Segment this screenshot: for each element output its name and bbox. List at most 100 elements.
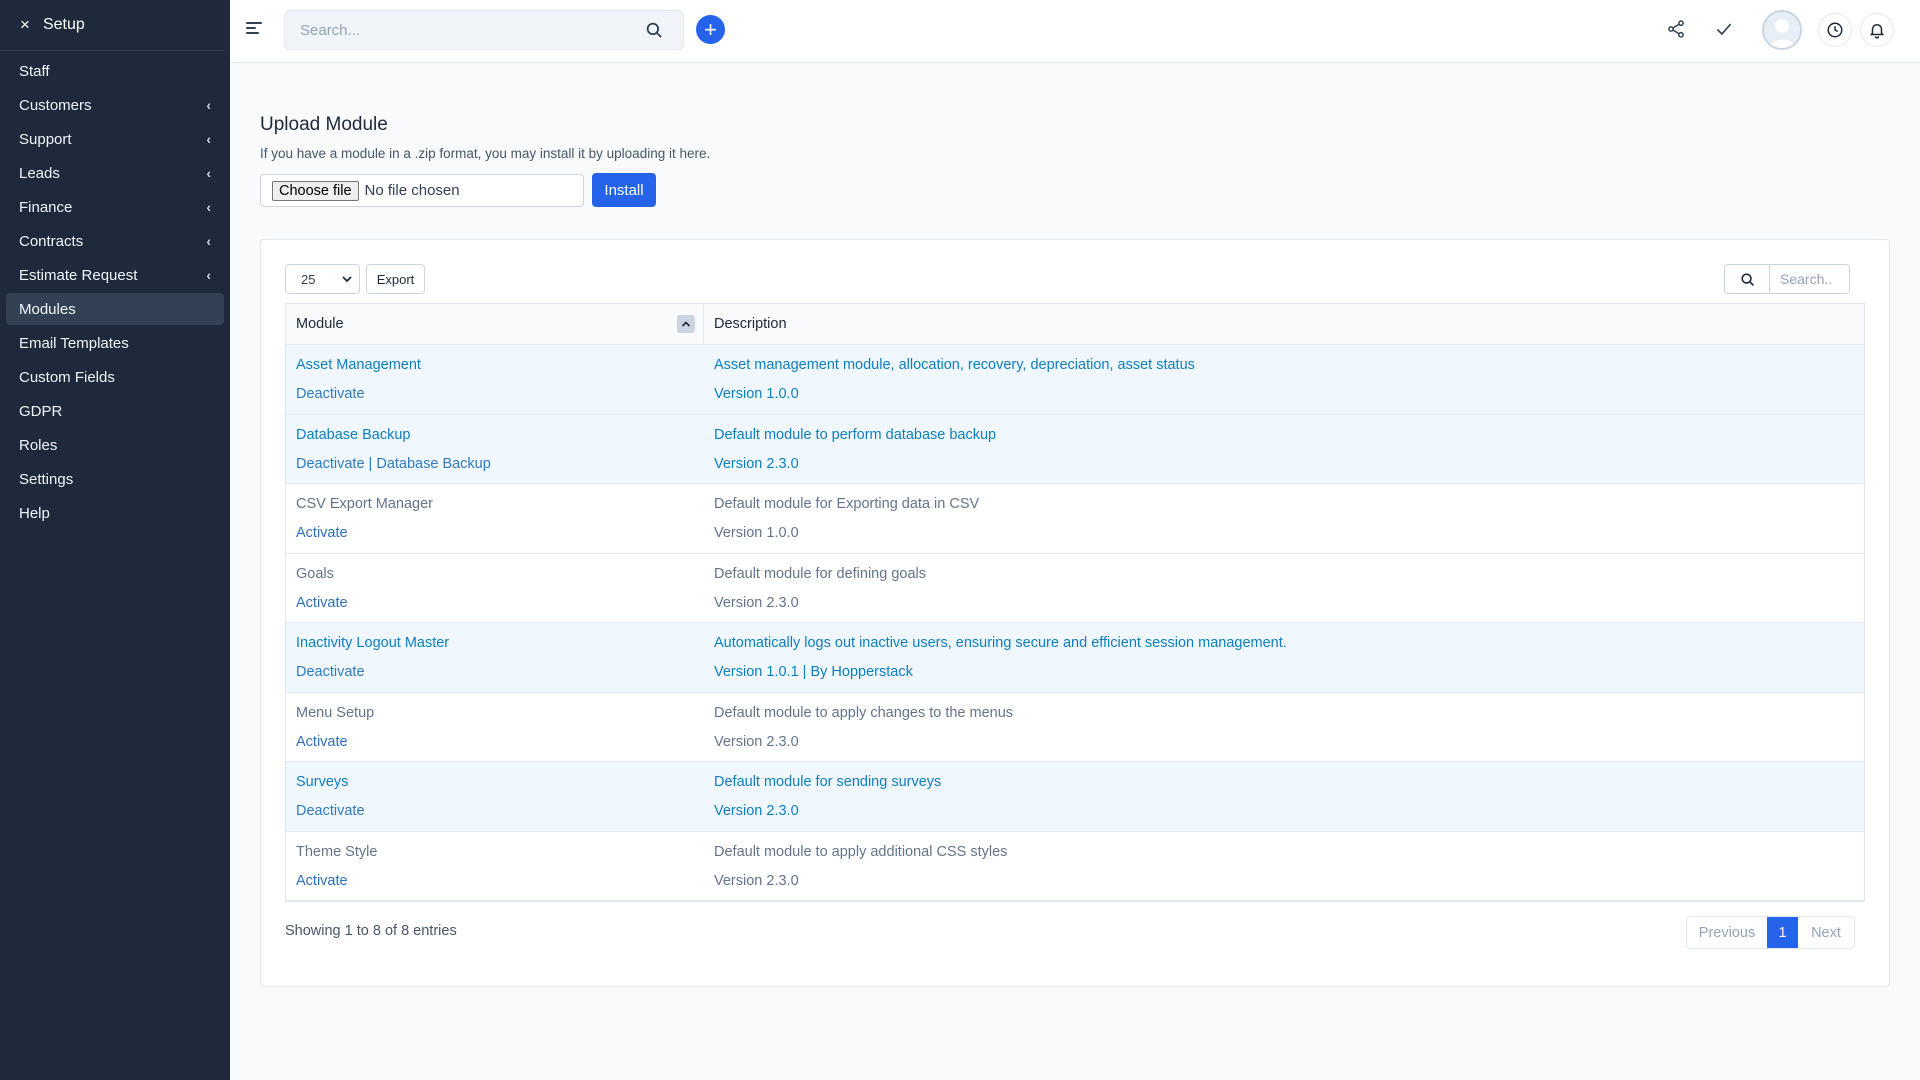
sidebar-item-label: Contracts: [19, 232, 84, 250]
module-actions: Deactivate: [296, 386, 365, 402]
deactivate-link[interactable]: Deactivate: [296, 456, 365, 472]
sidebar-item-estimate-request[interactable]: Estimate Request ‹: [6, 259, 224, 291]
activate-link[interactable]: Activate: [296, 595, 348, 611]
sidebar-item-contracts[interactable]: Contracts ‹: [6, 225, 224, 257]
share-icon[interactable]: [1666, 19, 1686, 43]
module-actions: Deactivate | Database Backup: [296, 456, 491, 472]
sidebar-item-custom-fields[interactable]: Custom Fields: [6, 361, 224, 393]
bell-icon[interactable]: [1860, 13, 1894, 47]
install-button[interactable]: Install: [592, 173, 656, 207]
module-version: Version 1.0.1 | By Hopperstack: [714, 664, 913, 680]
database-backup-link[interactable]: Database Backup: [376, 456, 490, 472]
page-length-select[interactable]: 25: [285, 264, 360, 294]
module-name: Menu Setup: [296, 704, 375, 721]
description-cell: Default module to apply changes to the m…: [704, 693, 1013, 762]
module-actions: Deactivate: [296, 664, 365, 680]
sort-asc-icon[interactable]: [677, 315, 695, 333]
search-icon[interactable]: [1725, 265, 1770, 293]
module-version: Version 2.3.0: [714, 733, 799, 750]
table-header: Module Description: [286, 304, 1864, 345]
sidebar-item-label: Help: [19, 504, 50, 522]
table-body: Asset Management Deactivate Asset manageme…: [286, 345, 1864, 901]
sidebar-item-leads[interactable]: Leads ‹: [6, 157, 224, 189]
next-page-button[interactable]: Next: [1798, 917, 1854, 948]
activate-link[interactable]: Activate: [296, 873, 348, 889]
deactivate-link[interactable]: Deactivate: [296, 386, 365, 402]
export-button[interactable]: Export: [366, 264, 425, 294]
quick-create-button[interactable]: +: [696, 15, 725, 44]
close-icon[interactable]: ×: [20, 15, 30, 35]
page-length-value: 25: [301, 271, 316, 287]
description-cell: Default module for Exporting data in CSV…: [704, 484, 979, 553]
topbar: +: [230, 0, 1920, 63]
sidebar-item-label: Modules: [19, 300, 76, 318]
description-cell: Default module for defining goals Version…: [704, 554, 926, 623]
chevron-left-icon: ‹: [206, 131, 211, 147]
chevron-left-icon: ‹: [206, 165, 211, 181]
sidebar-item-label: Email Templates: [19, 334, 129, 352]
global-search: [284, 10, 684, 50]
sidebar-item-staff[interactable]: Staff: [6, 55, 224, 87]
description-cell: Default module to apply additional CSS s…: [704, 832, 1007, 901]
previous-page-button[interactable]: Previous: [1687, 917, 1767, 948]
choose-file-button[interactable]: Choose file: [272, 180, 359, 201]
table-row: Surveys Deactivate Default module for send…: [286, 762, 1864, 832]
table-search: [1724, 264, 1850, 294]
module-version: Version 2.3.0: [714, 872, 799, 889]
sidebar-item-gdpr[interactable]: GDPR: [6, 395, 224, 427]
sidebar-item-email-templates[interactable]: Email Templates: [6, 327, 224, 359]
column-header-description[interactable]: Description: [704, 304, 787, 344]
chevron-left-icon: ‹: [206, 233, 211, 249]
chevron-left-icon: ‹: [206, 267, 211, 283]
module-cell: Surveys Deactivate: [286, 762, 704, 831]
sidebar-item-label: Customers: [19, 96, 92, 114]
module-description: Asset management module, allocation, rec…: [714, 357, 1195, 373]
column-label: Description: [714, 316, 787, 332]
activate-link[interactable]: Activate: [296, 525, 348, 541]
module-cell: Database Backup Deactivate | Database Bac…: [286, 415, 704, 484]
pagination: Previous 1 Next: [1686, 916, 1855, 949]
sidebar-item-modules[interactable]: Modules: [6, 293, 224, 325]
table-row: Theme Style Activate Default module to app…: [286, 832, 1864, 901]
module-version: Version 1.0.0: [714, 386, 799, 402]
module-version: Version 2.3.0: [714, 594, 799, 611]
table-row: Goals Activate Default module for defining…: [286, 554, 1864, 623]
hamburger-menu-icon[interactable]: [246, 22, 262, 36]
page-1-button[interactable]: 1: [1767, 917, 1798, 948]
search-icon[interactable]: [645, 21, 663, 43]
deactivate-link[interactable]: Deactivate: [296, 803, 365, 819]
avatar[interactable]: [1762, 10, 1802, 50]
deactivate-link[interactable]: Deactivate: [296, 664, 365, 680]
activate-link[interactable]: Activate: [296, 734, 348, 750]
page-title: Upload Module: [260, 114, 388, 135]
module-description: Automatically logs out inactive users, e…: [714, 635, 1287, 651]
sidebar-item-label: Support: [19, 130, 72, 148]
column-header-module[interactable]: Module: [286, 304, 704, 344]
sidebar-item-support[interactable]: Support ‹: [6, 123, 224, 155]
module-name: CSV Export Manager: [296, 496, 434, 512]
module-name: Surveys: [296, 774, 349, 790]
table-search-input[interactable]: [1770, 265, 1848, 293]
chevron-left-icon: ‹: [206, 97, 211, 113]
sidebar-item-label: Roles: [19, 436, 58, 454]
module-description: Default module to apply additional CSS s…: [714, 843, 1008, 860]
module-actions: Activate: [296, 734, 348, 750]
module-description: Default module to apply changes to the m…: [714, 704, 1014, 721]
table-row: Asset Management Deactivate Asset manageme…: [286, 345, 1864, 415]
module-name: Database Backup: [296, 426, 411, 443]
description-cell: Asset management module, allocation, rec…: [704, 345, 1195, 414]
table-row: CSV Export Manager Activate Default module…: [286, 484, 1864, 554]
module-description: Default module for sending surveys: [714, 774, 942, 790]
check-icon[interactable]: [1714, 19, 1734, 43]
sidebar-item-help[interactable]: Help: [6, 497, 224, 529]
sidebar-item-finance[interactable]: Finance ‹: [6, 191, 224, 223]
module-cell: CSV Export Manager Activate: [286, 484, 704, 553]
sidebar-item-customers[interactable]: Customers ‹: [6, 89, 224, 121]
sidebar-item-roles[interactable]: Roles: [6, 429, 224, 461]
global-search-input[interactable]: [285, 11, 625, 49]
description-cell: Automatically logs out inactive users, e…: [704, 623, 1287, 692]
file-input[interactable]: Choose file No file chosen: [260, 174, 584, 207]
clock-icon[interactable]: [1818, 13, 1852, 47]
module-version: Version 2.3.0: [714, 455, 799, 472]
sidebar-item-settings[interactable]: Settings: [6, 463, 224, 495]
